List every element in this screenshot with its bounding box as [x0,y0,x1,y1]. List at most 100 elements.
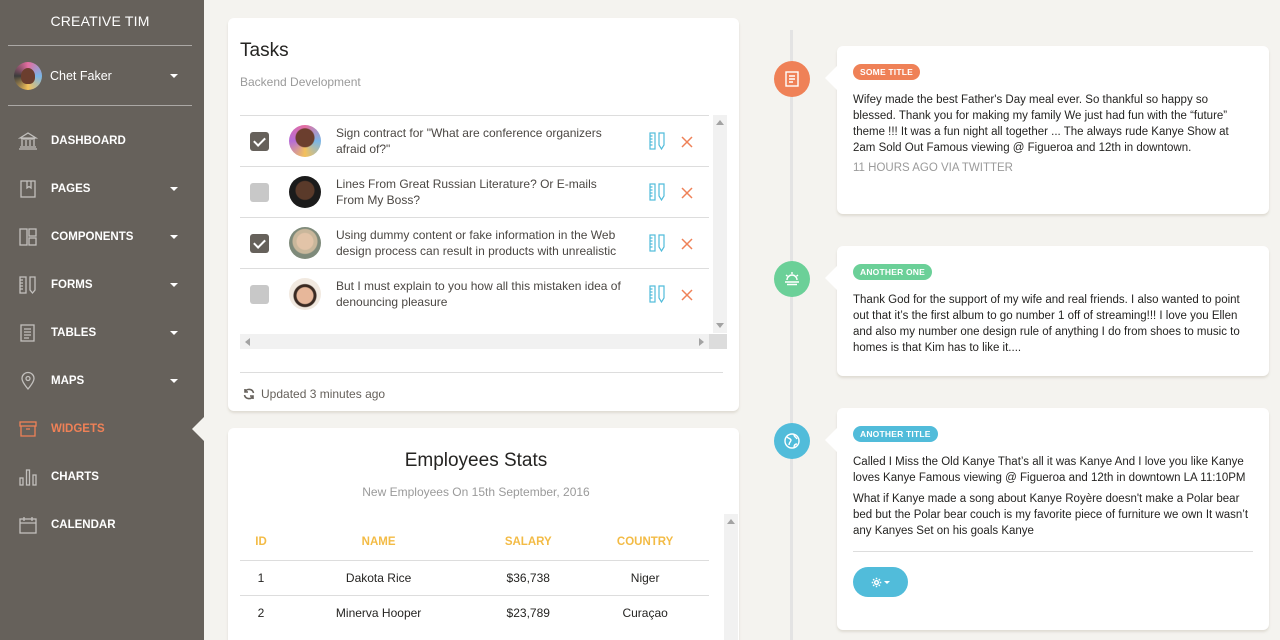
timeline-badge [774,423,810,459]
edit-icon[interactable] [649,285,665,304]
user-name: Chet Faker [50,68,112,83]
pin-icon [18,371,38,391]
settings-dropdown-button[interactable] [853,567,908,597]
task-text: But I must explain to you how all this m… [336,279,621,309]
sidebar-item-label: TABLES [51,327,97,339]
cell-name: Dakota Rice [282,559,476,595]
arrow-up-icon[interactable] [716,120,724,125]
sidebar-item-widgets[interactable]: WIDGETS [0,405,204,453]
chevron-down-icon [170,379,178,383]
task-table: Sign contract for "What are conference o… [240,115,727,351]
timeline-badge [774,61,810,97]
sidebar-item-calendar[interactable]: CALENDAR [0,501,204,549]
close-icon[interactable] [681,186,693,199]
user-menu[interactable]: Chet Faker [8,46,192,106]
cell-salary: $23,789 [475,594,582,630]
card-title: Employees Stats [404,450,548,471]
vertical-scrollbar[interactable] [713,115,727,333]
cell-id: 2 [240,594,282,630]
timeline-badge [774,261,810,297]
sidebar-item-pages[interactable]: PAGES [0,165,204,213]
vertical-scrollbar[interactable] [724,514,738,640]
task-text: Sign contract for "What are conference o… [336,126,602,156]
sidebar-item-label: FORMS [51,279,93,291]
chevron-down-icon [170,187,178,191]
employees-stats-card: Employees Stats New Employees On 15th Se… [228,428,739,640]
divider [853,551,1253,552]
task-text: Lines From Great Russian Literature? Or … [336,177,597,207]
timeline-text: Called I Miss the Old Kanye That’s all i… [853,456,1246,484]
article-icon [785,71,799,87]
cell-country: Curaçao [581,594,709,630]
sidebar-item-label: CHARTS [51,471,99,483]
card-subtitle: New Employees On 15th September, 2016 [362,485,590,499]
task-checkbox[interactable] [250,284,269,304]
column-header-salary: SALARY [504,535,552,548]
close-icon[interactable] [681,135,693,148]
task-checkbox[interactable] [250,131,269,151]
arrow-right-icon[interactable] [699,338,704,346]
sidebar-item-label: MAPS [51,375,85,387]
close-icon[interactable] [681,288,693,301]
refresh-icon [243,388,255,400]
cell-id: 1 [240,559,282,595]
avatar [14,61,42,90]
chart-bar-icon [18,467,38,487]
employees-table: ID NAME SALARY COUNTRY 1 Dakota Rice $36… [240,524,709,630]
timeline-panel: SOME TITLE Wifey made the best Father's … [825,46,1269,214]
sidebar-item-tables[interactable]: TABLES [0,309,204,357]
avatar [289,227,321,259]
chevron-down-icon [170,235,178,239]
box-icon [18,419,38,439]
timeline-label: ANOTHER ONE [853,264,933,280]
sidebar-item-maps[interactable]: MAPS [0,357,204,405]
sidebar-item-components[interactable]: COMPONENTS [0,213,204,261]
paper-icon [18,323,38,343]
arrow-down-icon[interactable] [716,323,724,328]
updated-text: Updated 3 minutes ago [261,387,386,401]
table-header-row: ID NAME SALARY COUNTRY [240,524,709,560]
book-bookmark-icon [18,179,38,199]
close-icon[interactable] [681,237,693,250]
sun-fog-icon [785,272,799,286]
cell-name: Minerva Hooper [282,594,476,630]
edit-icon[interactable] [649,234,665,253]
column-header-id: ID [255,535,267,548]
avatar [289,125,321,157]
timeline-panel: ANOTHER TITLE Called I Miss the Old Kany… [825,408,1269,630]
arrow-left-icon[interactable] [245,338,250,346]
edit-icon[interactable] [649,132,665,151]
timeline-body: Thank God for the support of my wife and… [853,292,1253,356]
ruler-pencil-icon [18,275,38,295]
sidebar-item-forms[interactable]: FORMS [0,261,204,309]
task-checkbox[interactable] [250,233,269,253]
sidebar-item-label: DASHBOARD [51,135,126,147]
sidebar-nav: DASHBOARD PAGES COMPONENTS FORMS TABLES … [0,117,204,549]
card-subtitle: Backend Development [240,75,361,89]
timeline-label: ANOTHER TITLE [853,426,938,442]
timeline-text: What if Kanye made a song about Kanye Ro… [853,493,1249,537]
chevron-down-icon [170,283,178,287]
timeline-body: Wifey made the best Father's Day meal ev… [853,92,1253,156]
timeline-body: Called I Miss the Old Kanye That’s all i… [853,454,1253,539]
brand-logo[interactable]: CREATIVE TIM [8,0,192,46]
chevron-down-icon [170,331,178,335]
sidebar-item-dashboard[interactable]: DASHBOARD [0,117,204,165]
globe-icon [784,433,800,449]
layout-icon [18,227,38,247]
timeline-text: Wifey made the best Father's Day meal ev… [853,94,1229,154]
cell-country: Niger [581,559,709,595]
edit-icon[interactable] [649,183,665,202]
table-row: 1 Dakota Rice $36,738 Niger [240,559,709,595]
sidebar-item-label: CALENDAR [51,519,116,531]
timeline-meta: 11 HOURS AGO VIA TWITTER [853,162,1013,174]
tasks-card: Tasks Backend Development Sign contract … [228,18,739,411]
task-checkbox[interactable] [250,182,269,202]
sidebar-item-charts[interactable]: CHARTS [0,453,204,501]
calendar-icon [18,515,38,535]
arrow-up-icon[interactable] [727,519,735,524]
timeline-line [790,30,793,640]
sidebar-item-label: COMPONENTS [51,231,134,243]
card-footer: Updated 3 minutes ago [240,372,723,401]
horizontal-scrollbar[interactable] [240,334,709,349]
